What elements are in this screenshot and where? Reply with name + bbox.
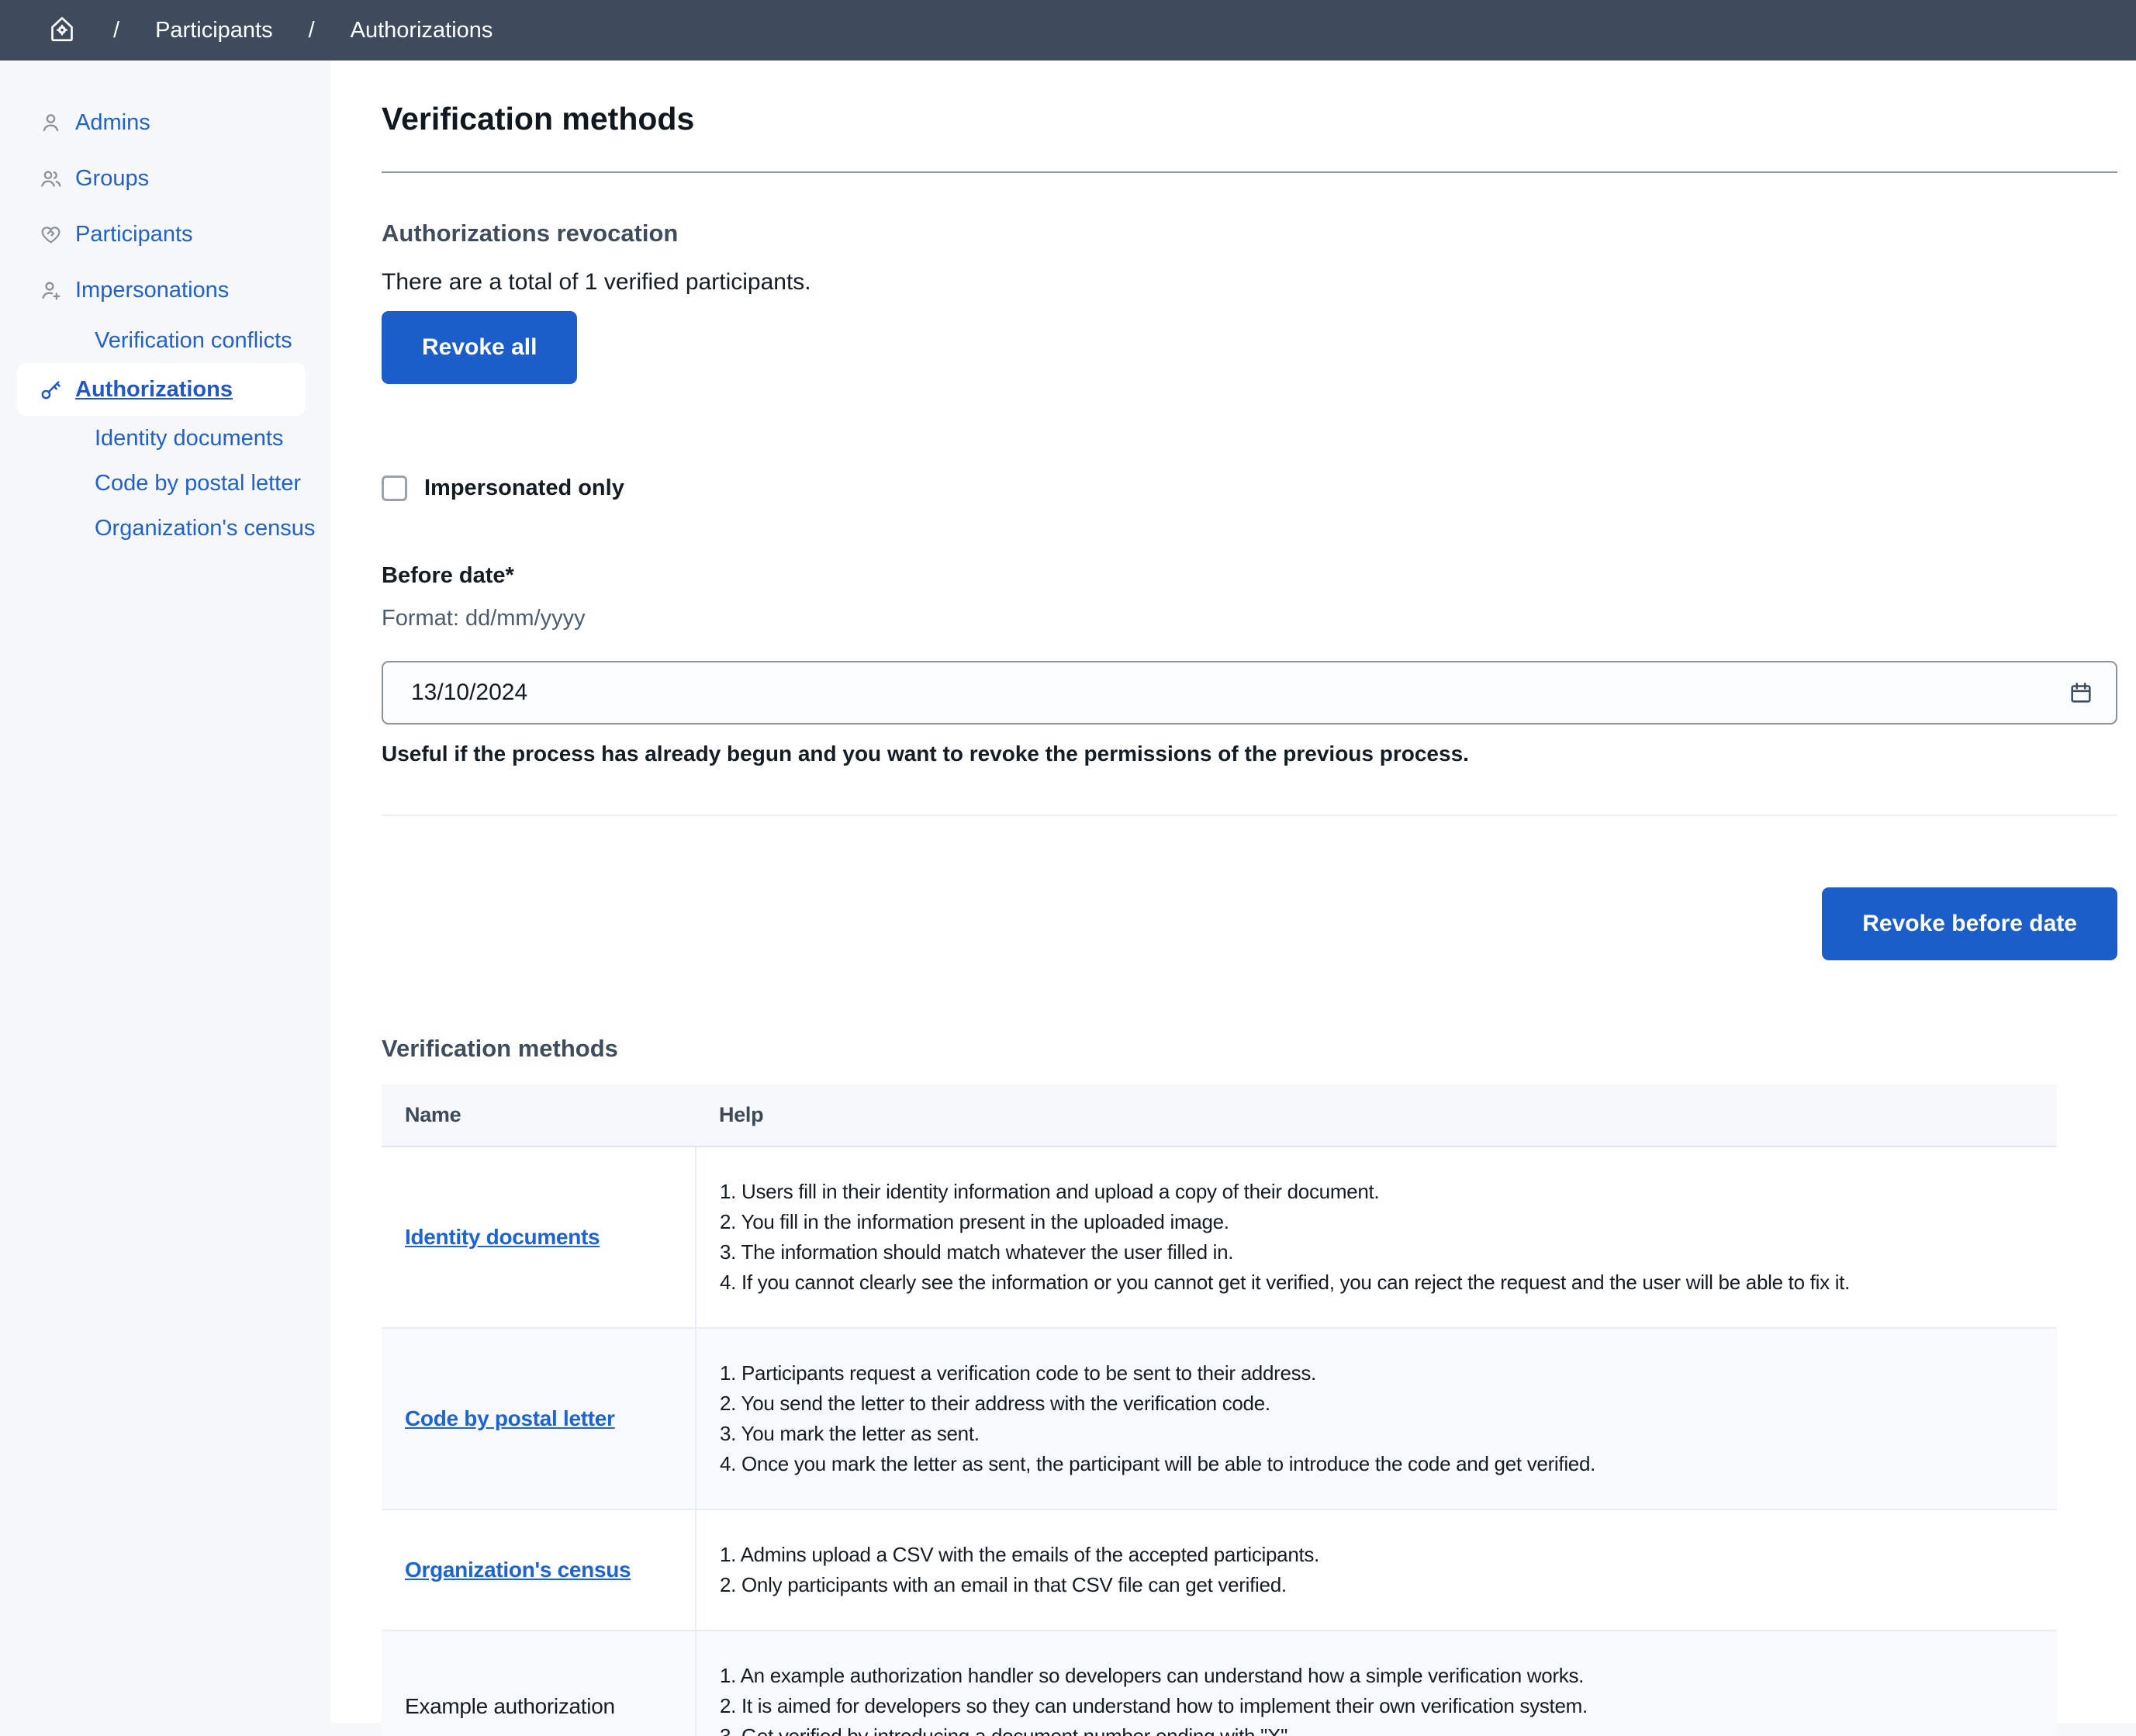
method-help-cell: 1. Users fill in their identity informat… [696, 1146, 2057, 1328]
help-list-item: 2. You send the letter to their address … [720, 1392, 2034, 1416]
method-name-cell: Organization's census [382, 1509, 696, 1631]
method-help-cell: 1. Participants request a verification c… [696, 1328, 2057, 1509]
help-list-item: 3. Get verified by introducing a documen… [720, 1724, 2034, 1736]
sidebar-item-authorizations[interactable]: Authorizations [17, 363, 306, 416]
help-list-item: 1. Admins upload a CSV with the emails o… [720, 1543, 2034, 1567]
sidebar-item-verification-conflicts[interactable]: Verification conflicts [0, 318, 331, 363]
before-date-field [382, 661, 2117, 724]
page-layout: Admins Groups Participants Impersonations Ve… [0, 61, 2136, 1723]
help-list-item: 2. You fill in the information present i… [720, 1210, 2034, 1234]
help-list-item: 4. Once you mark the letter as sent, the… [720, 1452, 2034, 1476]
revoke-before-date-button[interactable]: Revoke before date [1822, 887, 2117, 960]
sidebar-item-label: Participants [75, 222, 193, 247]
sidebar-item-label: Verification conflicts [95, 328, 292, 354]
revoke-before-date-row: Revoke before date [382, 887, 2117, 960]
user-icon [39, 111, 63, 135]
sidebar: Admins Groups Participants Impersonations Ve… [0, 61, 331, 1723]
sidebar-item-participants[interactable]: Participants [0, 206, 331, 262]
page-title: Verification methods [382, 101, 2117, 137]
method-help-cell: 1. An example authorization handler so d… [696, 1631, 2057, 1736]
sidebar-item-organization-s-census[interactable]: Organization's census [0, 506, 331, 551]
table-row-code-by-postal-letter: Code by postal letter 1. Participants req… [382, 1328, 2057, 1509]
key-icon [39, 378, 63, 402]
method-name-text: Example authorization [405, 1694, 615, 1718]
column-header-name: Name [382, 1084, 696, 1146]
method-name-cell: Identity documents [382, 1146, 696, 1328]
verified-participants-summary: There are a total of 1 verified particip… [382, 269, 2117, 296]
method-link-organization-s-census[interactable]: Organization's census [405, 1558, 631, 1582]
methods-heading: Verification methods [382, 1035, 2117, 1063]
impersonated-only-label: Impersonated only [424, 475, 624, 501]
date-format-hint: Format: dd/mm/yyyy [382, 606, 2117, 631]
table-row-organization-s-census: Organization's census 1. Admins upload a … [382, 1509, 2057, 1631]
help-list-item: 2. Only participants with an email in th… [720, 1573, 2034, 1597]
sidebar-item-label: Admins [75, 110, 150, 136]
sidebar-item-label: Code by postal letter [95, 471, 301, 496]
revocation-heading: Authorizations revocation [382, 220, 2117, 247]
revoke-all-button[interactable]: Revoke all [382, 311, 577, 384]
sidebar-item-code-by-postal-letter[interactable]: Code by postal letter [0, 461, 331, 506]
breadcrumb-separator: / [309, 18, 315, 43]
main-content: Verification methods Authorizations revo… [331, 61, 2136, 1723]
sidebar-item-label: Organization's census [95, 516, 315, 541]
sidebar-item-impersonations[interactable]: Impersonations [0, 262, 331, 318]
method-link-identity-documents[interactable]: Identity documents [405, 1225, 600, 1249]
home-icon [47, 13, 78, 48]
help-list-item: 3. You mark the letter as sent. [720, 1422, 2034, 1446]
sidebar-item-label: Identity documents [95, 426, 283, 451]
breadcrumb-participants[interactable]: Participants [155, 18, 273, 43]
impersonated-only-checkbox[interactable] [382, 475, 407, 501]
home-breadcrumb-link[interactable] [47, 13, 78, 48]
user-add-icon [39, 278, 63, 303]
breadcrumb-separator: / [113, 18, 119, 43]
table-row-example-authorization: Example authorization 1. An example autho… [382, 1631, 2057, 1736]
help-list-item: 3. The information should match whatever… [720, 1240, 2034, 1264]
method-name-cell: Example authorization [382, 1631, 696, 1736]
table-row-identity-documents: Identity documents 1. Users fill in their… [382, 1146, 2057, 1328]
table-header-row: Name Help [382, 1084, 2057, 1146]
help-list-item: 1. Users fill in their identity informat… [720, 1180, 2034, 1204]
title-divider [382, 171, 2117, 173]
help-list-item: 1. An example authorization handler so d… [720, 1664, 2034, 1688]
method-link-code-by-postal-letter[interactable]: Code by postal letter [405, 1406, 615, 1430]
group-icon [39, 167, 63, 191]
sidebar-item-label: Groups [75, 166, 149, 192]
before-date-input[interactable] [382, 661, 2117, 724]
sidebar-item-identity-documents[interactable]: Identity documents [0, 416, 331, 461]
breadcrumb-authorizations[interactable]: Authorizations [351, 18, 493, 43]
verification-methods-table: Name Help Identity documents 1. Users fil… [382, 1084, 2057, 1736]
column-header-help: Help [696, 1084, 2057, 1146]
hand-heart-icon [39, 223, 63, 247]
method-help-cell: 1. Admins upload a CSV with the emails o… [696, 1509, 2057, 1631]
sidebar-item-label: Authorizations [75, 377, 233, 403]
help-list-item: 1. Participants request a verification c… [720, 1361, 2034, 1385]
method-name-cell: Code by postal letter [382, 1328, 696, 1509]
sidebar-item-admins[interactable]: Admins [0, 95, 331, 150]
section-divider [382, 814, 2117, 816]
help-list-item: 4. If you cannot clearly see the informa… [720, 1271, 2034, 1295]
help-list-item: 2. It is aimed for developers so they ca… [720, 1694, 2034, 1718]
before-date-label: Before date* [382, 563, 2117, 589]
impersonated-only-row: Impersonated only [382, 475, 2117, 501]
breadcrumb: / Participants / Authorizations [0, 0, 2136, 61]
sidebar-item-groups[interactable]: Groups [0, 150, 331, 206]
before-date-help-text: Useful if the process has already begun … [382, 742, 2117, 766]
sidebar-item-label: Impersonations [75, 278, 229, 303]
calendar-icon[interactable] [2068, 680, 2094, 706]
